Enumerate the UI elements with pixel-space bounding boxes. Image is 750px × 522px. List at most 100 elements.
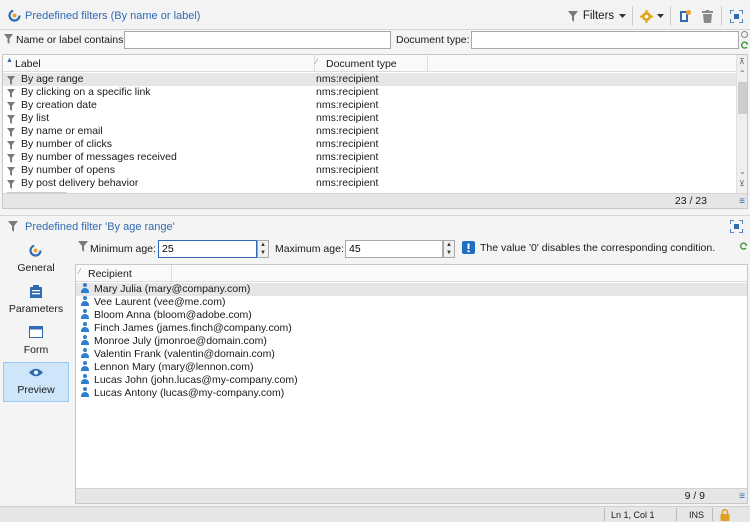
document-type-label: Document type: — [396, 34, 470, 46]
row-label: By age range — [21, 73, 84, 85]
funnel-icon — [4, 34, 13, 44]
gear-icon — [640, 9, 653, 23]
maximum-age-input[interactable] — [345, 240, 443, 258]
row-label: By number of opens — [21, 164, 115, 176]
table-row[interactable]: By list nms:recipient — [3, 112, 736, 125]
table-row[interactable]: By age range nms:recipient — [3, 73, 736, 86]
row-document-type: nms:recipient — [316, 73, 379, 85]
funnel-icon — [7, 167, 15, 176]
list-item[interactable]: Monroe July (jmonroe@domain.com) — [76, 335, 747, 348]
list-item[interactable]: Lucas Antony (lucas@my-company.com) — [76, 387, 747, 400]
list-item[interactable]: Bloom Anna (bloom@adobe.com) — [76, 309, 747, 322]
person-icon — [81, 361, 89, 371]
maximum-age-stepper[interactable]: ▲ ▼ — [443, 240, 455, 258]
row-document-type: nms:recipient — [316, 151, 379, 163]
hint-text: The value '0' disables the corresponding… — [480, 242, 716, 254]
recipient-name: Mary Julia (mary@company.com) — [94, 283, 251, 295]
funnel-icon — [7, 89, 15, 98]
person-icon — [81, 335, 89, 345]
menu-icon[interactable]: ≡ — [739, 489, 745, 504]
vertical-scrollbar[interactable]: ⊼ ⌃ ⌄ ⊻ — [736, 55, 747, 193]
person-icon — [81, 283, 89, 293]
column-resize-icon: ⁄ — [316, 57, 318, 66]
detail-title: Predefined filter 'By age range' — [25, 221, 175, 233]
row-document-type: nms:recipient — [316, 164, 379, 176]
list-item[interactable]: Lucas John (john.lucas@my-company.com) — [76, 374, 747, 387]
expand-icon[interactable] — [730, 220, 743, 233]
recipient-name: Valentin Frank (valentin@domain.com) — [94, 348, 275, 360]
funnel-icon — [7, 128, 15, 137]
table-row[interactable]: By creation date nms:recipient — [3, 99, 736, 112]
form-icon — [29, 326, 43, 338]
minimum-age-stepper[interactable]: ▲ ▼ — [257, 240, 269, 258]
funnel-icon — [7, 115, 15, 124]
person-icon — [81, 387, 89, 397]
sidebar-item-label: General — [17, 262, 55, 274]
table-row[interactable]: By clicking on a specific link nms:recip… — [3, 86, 736, 99]
toolbar-separator — [670, 6, 671, 26]
parameters-icon — [30, 285, 42, 298]
filters-dropdown-button[interactable]: Filters — [566, 7, 628, 25]
list-item[interactable]: Mary Julia (mary@company.com) — [76, 283, 747, 296]
info-icon — [462, 241, 475, 254]
funnel-icon — [567, 10, 578, 22]
minimum-age-label: Minimum age: — [90, 243, 156, 255]
minimum-age-input[interactable] — [158, 240, 257, 258]
person-icon — [81, 374, 89, 384]
funnel-icon — [7, 180, 15, 189]
column-header-document-type[interactable]: Document type — [326, 58, 397, 70]
sidebar-item-preview[interactable]: Preview — [3, 362, 69, 402]
sidebar-item-general[interactable]: General — [3, 242, 69, 282]
sidebar-item-form[interactable]: Form — [3, 324, 69, 364]
table-row[interactable]: By name or email nms:recipient — [3, 125, 736, 138]
clear-filter-icon[interactable] — [741, 31, 748, 38]
table-row[interactable]: By number of clicks nms:recipient — [3, 138, 736, 151]
chevron-down-icon — [657, 14, 664, 18]
parameters-row: Minimum age: ▲▼ Maximum age: ▲▼ The valu… — [75, 238, 750, 260]
row-document-type: nms:recipient — [316, 177, 379, 189]
sidebar-item-parameters[interactable]: Parameters — [3, 283, 69, 323]
cursor-position: Ln 1, Col 1 — [611, 510, 655, 520]
menu-icon[interactable]: ≡ — [739, 194, 745, 209]
list-item[interactable]: Finch James (james.finch@company.com) — [76, 322, 747, 335]
scroll-down-icon[interactable]: ⌄ — [739, 167, 746, 176]
recipient-name: Vee Laurent (vee@me.com) — [94, 296, 226, 308]
record-count: 9 / 9 — [684, 490, 705, 502]
scroll-bottom-icon[interactable]: ⊻ — [739, 179, 745, 188]
scroll-up-icon[interactable]: ⌃ — [739, 69, 746, 78]
refresh-icon[interactable] — [740, 242, 748, 250]
scroll-top-icon[interactable]: ⊼ — [739, 57, 745, 66]
lock-icon — [720, 509, 730, 521]
name-contains-input[interactable] — [124, 31, 391, 49]
recipient-name: Finch James (james.finch@company.com) — [94, 322, 292, 334]
row-document-type: nms:recipient — [316, 99, 379, 111]
list-header: ⁄ Recipient — [76, 265, 747, 282]
table-row[interactable]: By number of messages received nms:recip… — [3, 151, 736, 164]
delete-button[interactable] — [698, 7, 716, 25]
filters-label: Filters — [582, 10, 615, 22]
column-header-recipient[interactable]: Recipient — [88, 268, 132, 280]
person-icon — [81, 348, 89, 358]
list-item[interactable]: Valentin Frank (valentin@domain.com) — [76, 348, 747, 361]
name-label: Name or label contains: — [16, 34, 127, 46]
document-type-input[interactable] — [471, 31, 739, 49]
recipient-name: Lucas John (john.lucas@my-company.com) — [94, 374, 298, 386]
table-row[interactable]: By post delivery behavior nms:recipient — [3, 177, 736, 190]
maximize-button[interactable] — [727, 7, 745, 25]
filter-bar: Name or label contains: Document type: — [0, 30, 750, 52]
refresh-icon[interactable] — [741, 41, 749, 49]
new-button[interactable] — [676, 7, 694, 25]
actions-dropdown-button[interactable] — [638, 7, 666, 25]
row-label: By name or email — [21, 125, 103, 137]
column-resize-icon: ⁄ — [79, 267, 81, 276]
list-item[interactable]: Vee Laurent (vee@me.com) — [76, 296, 747, 309]
table-row[interactable]: By number of opens nms:recipient — [3, 164, 736, 177]
funnel-icon — [8, 221, 18, 232]
window-title: Predefined filters (By name or label) — [25, 10, 201, 22]
column-header-label[interactable]: Label — [15, 58, 41, 70]
toolbar-separator — [721, 6, 722, 26]
list-item[interactable]: Lennon Mary (mary@lennon.com) — [76, 361, 747, 374]
toolbar-separator — [632, 6, 633, 26]
person-icon — [81, 296, 89, 306]
scroll-thumb[interactable] — [738, 82, 747, 114]
